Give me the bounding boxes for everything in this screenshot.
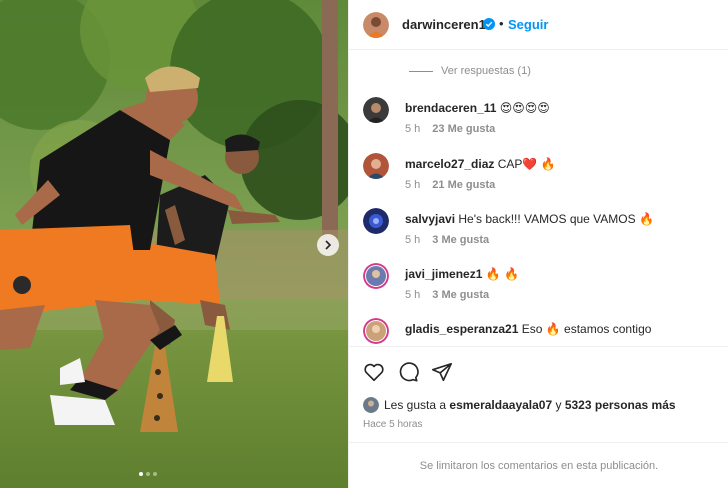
view-replies-button[interactable]: Ver respuestas (1) xyxy=(409,65,531,77)
comment-time: 5 h xyxy=(405,179,421,191)
carousel-dot xyxy=(153,472,157,476)
replies-divider xyxy=(409,70,433,72)
commenter-avatar[interactable] xyxy=(363,318,389,344)
comment-body: 😍😍😍😍 xyxy=(499,101,550,115)
post-header: darwinceren17 • Seguir xyxy=(349,0,728,50)
comment-meta: 5 h 3 Me gusta xyxy=(405,289,489,301)
comment-item: javi_jimenez1 🔥 🔥 5 h 3 Me gusta xyxy=(363,263,715,315)
comment-time: 5 h xyxy=(405,289,421,301)
post-timestamp[interactable]: Hace 5 horas xyxy=(363,419,422,430)
comment-likes[interactable]: 23 Me gusta xyxy=(432,123,495,135)
comment-body: Eso 🔥 estamos contigo xyxy=(521,322,652,336)
carousel-dot-active xyxy=(139,472,143,476)
carousel-next-button[interactable] xyxy=(317,234,339,256)
comment-item: brendaceren_11 😍😍😍😍 5 h 23 Me gusta xyxy=(363,97,715,149)
comment-username[interactable]: salvyjavi xyxy=(405,212,455,226)
commenter-avatar[interactable] xyxy=(363,153,389,179)
comment-text: marcelo27_diaz CAP❤️ 🔥 xyxy=(405,157,556,171)
comment-item: marcelo27_diaz CAP❤️ 🔥 5 h 21 Me gusta xyxy=(363,153,715,205)
comment-text: javi_jimenez1 🔥 🔥 xyxy=(405,267,519,281)
carousel-dot xyxy=(146,472,150,476)
verified-icon xyxy=(483,18,495,30)
comment-time: 5 h xyxy=(405,123,421,135)
post-photo xyxy=(0,0,348,488)
chevron-right-icon xyxy=(325,240,332,250)
likes-prefix: Les gusta a xyxy=(384,398,447,412)
post-image xyxy=(0,0,348,488)
comment-time: 5 h xyxy=(405,234,421,246)
header-separator: • xyxy=(499,16,504,31)
comment-username[interactable]: javi_jimenez1 xyxy=(405,267,482,281)
comment-meta: 5 h 23 Me gusta xyxy=(405,123,495,135)
comment-body: CAP❤️ 🔥 xyxy=(497,157,556,171)
post-actions-section: Les gusta a esmeraldaayala07 y 5323 pers… xyxy=(349,346,728,442)
comment-text: salvyjavi He's back!!! VAMOS que VAMOS 🔥 xyxy=(405,212,654,226)
commenter-avatar[interactable] xyxy=(363,263,389,289)
liker-username[interactable]: esmeraldaayala07 xyxy=(449,398,552,412)
comment-likes[interactable]: 3 Me gusta xyxy=(432,289,489,301)
comment-body: He's back!!! VAMOS que VAMOS 🔥 xyxy=(458,212,654,226)
author-username[interactable]: darwinceren17 xyxy=(402,17,493,32)
likes-others[interactable]: 5323 personas más xyxy=(565,398,676,412)
comment-likes[interactable]: 21 Me gusta xyxy=(432,179,495,191)
follow-button[interactable]: Seguir xyxy=(508,17,548,32)
post-side-panel: darwinceren17 • Seguir Ver respuestas (1… xyxy=(348,0,728,488)
comment-meta: 5 h 3 Me gusta xyxy=(405,234,489,246)
carousel-dots xyxy=(139,472,157,476)
comment-text: brendaceren_11 😍😍😍😍 xyxy=(405,101,550,115)
comments-limited-notice: Se limitaron los comentarios en esta pub… xyxy=(349,442,728,488)
heart-icon[interactable] xyxy=(363,361,385,383)
view-replies-label: Ver respuestas (1) xyxy=(441,65,531,77)
comment-likes[interactable]: 3 Me gusta xyxy=(432,234,489,246)
comment-item: salvyjavi He's back!!! VAMOS que VAMOS 🔥… xyxy=(363,208,715,260)
liker-avatar[interactable] xyxy=(363,397,379,413)
comment-item: gladis_esperanza21 Eso 🔥 estamos contigo xyxy=(363,318,715,346)
comment-username[interactable]: brendaceren_11 xyxy=(405,101,496,115)
action-bar xyxy=(363,361,453,383)
comment-text: gladis_esperanza21 Eso 🔥 estamos contigo xyxy=(405,322,651,336)
likes-summary: Les gusta a esmeraldaayala07 y 5323 pers… xyxy=(363,397,676,413)
commenter-avatar[interactable] xyxy=(363,208,389,234)
comment-username[interactable]: marcelo27_diaz xyxy=(405,157,494,171)
author-avatar[interactable] xyxy=(363,12,389,38)
comment-username[interactable]: gladis_esperanza21 xyxy=(405,322,518,336)
likes-connector: y xyxy=(555,398,562,412)
share-icon[interactable] xyxy=(431,361,453,383)
commenter-avatar[interactable] xyxy=(363,97,389,123)
comment-meta: 5 h 21 Me gusta xyxy=(405,179,495,191)
comment-body: 🔥 🔥 xyxy=(485,267,519,281)
comment-icon[interactable] xyxy=(397,361,419,383)
